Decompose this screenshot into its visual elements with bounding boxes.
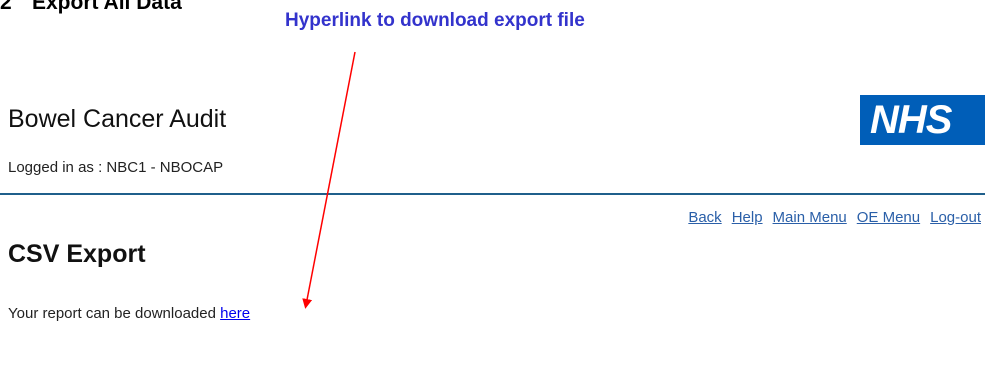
section-number: 2 [0, 0, 12, 14]
header-divider [0, 193, 985, 195]
top-nav: Back Help Main Menu OE Menu Log-out [688, 209, 981, 226]
logged-in-status: Logged in as : NBC1 - NBOCAP [8, 159, 224, 176]
app-title: Bowel Cancer Audit [8, 105, 227, 133]
nav-link-back[interactable]: Back [688, 209, 721, 226]
download-link[interactable]: here [220, 305, 250, 322]
nhs-logo-text: NHS [870, 97, 952, 142]
report-message: Your report can be downloaded here [8, 305, 250, 322]
annotation-arrow-line [302, 51, 356, 309]
nav-link-oe-menu[interactable]: OE Menu [857, 209, 920, 226]
nav-link-main-menu[interactable]: Main Menu [773, 209, 847, 226]
section-title: Export All Data [32, 0, 182, 14]
nav-link-help[interactable]: Help [732, 209, 763, 226]
nhs-logo: NHS [860, 95, 985, 145]
annotation-callout: Hyperlink to download export file [285, 10, 585, 31]
page: 2 Export All Data Hyperlink to download e… [0, 0, 985, 383]
annotation-arrow [302, 51, 356, 309]
nav-link-log-out[interactable]: Log-out [930, 209, 981, 226]
report-message-text: Your report can be downloaded [8, 305, 221, 322]
page-title: CSV Export [8, 240, 146, 268]
doc-section-heading: 2 Export All Data [0, 0, 182, 15]
